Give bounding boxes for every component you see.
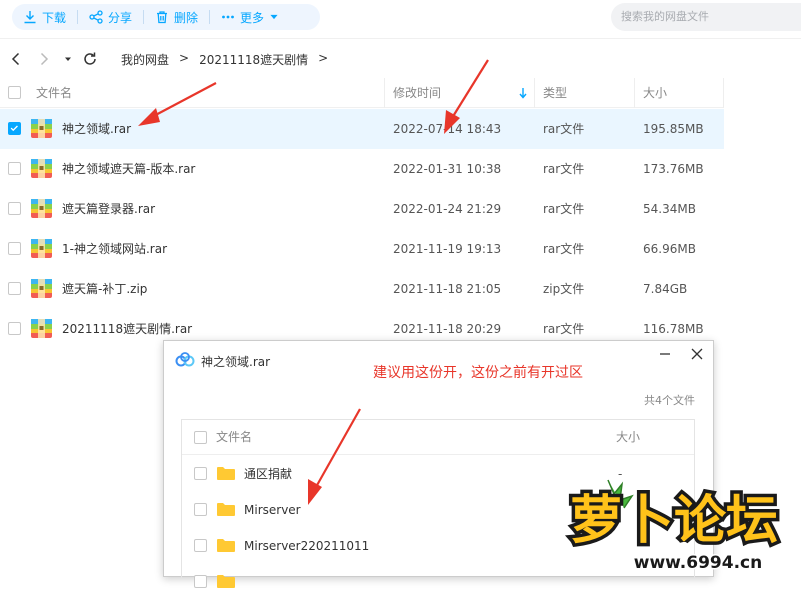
breadcrumb-separator: >: [318, 51, 329, 65]
forward-arrow-icon[interactable]: [36, 51, 52, 67]
folder-icon: [217, 467, 235, 480]
archive-file-icon: [31, 239, 52, 258]
file-type: rar文件: [543, 242, 585, 256]
file-name[interactable]: 1-神之领域网站.rar: [62, 229, 167, 269]
file-type: rar文件: [543, 162, 585, 176]
more-button[interactable]: 更多: [210, 4, 290, 30]
toolbar: 下载 分享 删除 更多 搜索我的网盘文件: [0, 0, 801, 38]
archive-file-icon: [31, 279, 52, 298]
file-name[interactable]: 神之领域遮天篇-版本.rar: [62, 149, 195, 189]
folder-icon: [217, 575, 235, 588]
row-checkbox[interactable]: [8, 122, 21, 135]
file-row[interactable]: 1-神之领域网站.rar 2021-11-19 19:13 rar文件 66.9…: [0, 229, 724, 269]
file-size: 173.76MB: [643, 162, 704, 176]
archive-file-icon: [31, 199, 52, 218]
file-row[interactable]: 遮天篇登录器.rar 2022-01-24 21:29 rar文件 54.34M…: [0, 189, 724, 229]
history-dropdown-icon[interactable]: [62, 53, 74, 65]
baidu-netdisk-logo-icon: [175, 352, 195, 367]
caret-down-icon: [270, 14, 278, 20]
row-checkbox[interactable]: [8, 202, 21, 215]
file-type: rar文件: [543, 202, 585, 216]
delete-label: 删除: [174, 10, 199, 25]
download-label: 下载: [42, 10, 67, 25]
column-header-modified[interactable]: 修改时间: [393, 78, 441, 108]
dialog-title: 神之领域.rar: [201, 355, 271, 369]
file-row[interactable]: 神之领域遮天篇-版本.rar 2022-01-31 10:38 rar文件 17…: [0, 149, 724, 189]
delete-button[interactable]: 删除: [144, 4, 209, 30]
column-header-name[interactable]: 文件名: [36, 78, 72, 108]
file-name[interactable]: 遮天篇登录器.rar: [62, 189, 155, 229]
folder-icon: [217, 503, 235, 516]
search-input[interactable]: 搜索我的网盘文件: [611, 3, 801, 31]
dots-icon: [222, 15, 234, 19]
file-count: 共4个文件: [644, 394, 695, 407]
archive-file-icon: [31, 319, 52, 338]
annotation-note: 建议用这份开，这份之前有开过区: [373, 365, 583, 381]
watermark-title: 萝卜论坛: [570, 491, 778, 551]
close-icon[interactable]: [690, 347, 704, 361]
share-icon: [89, 10, 103, 24]
file-type: rar文件: [543, 122, 585, 136]
breadcrumb-item-folder[interactable]: 20211118遮天剧情: [199, 51, 308, 68]
folder-icon: [217, 539, 235, 552]
navigation-bar: 我的网盘 > 20211118遮天剧情 >: [0, 38, 801, 78]
file-modified-time: 2021-11-19 19:13: [393, 242, 502, 256]
action-button-group: 下载 分享 删除 更多: [12, 4, 320, 30]
file-row[interactable]: 神之领域.rar 2022-07-14 18:43 rar文件 195.85MB: [0, 109, 724, 149]
file-size: 195.85MB: [643, 122, 704, 136]
column-header-size[interactable]: 大小: [643, 78, 667, 108]
file-name[interactable]: 遮天篇-补丁.zip: [62, 269, 147, 309]
select-all-checkbox[interactable]: [8, 86, 21, 99]
column-divider: [384, 78, 385, 108]
column-divider: [723, 78, 724, 108]
select-all-checkbox[interactable]: [194, 431, 207, 444]
archive-file-icon: [31, 159, 52, 178]
row-checkbox[interactable]: [194, 503, 207, 516]
file-modified-time: 2022-01-24 21:29: [393, 202, 502, 216]
column-header-name: 文件名: [216, 430, 253, 444]
share-button[interactable]: 分享: [78, 4, 143, 30]
back-arrow-icon[interactable]: [8, 51, 24, 67]
row-checkbox[interactable]: [194, 467, 207, 480]
column-divider: [534, 78, 535, 108]
watermark-url: www.6994.cn: [634, 553, 762, 573]
file-row[interactable]: 遮天篇-补丁.zip 2021-11-18 21:05 zip文件 7.84GB: [0, 269, 724, 309]
archive-list-header: 文件名 大小: [182, 420, 694, 455]
breadcrumb-item-root[interactable]: 我的网盘: [121, 51, 169, 68]
row-checkbox[interactable]: [194, 539, 207, 552]
file-name[interactable]: 神之领域.rar: [62, 109, 131, 149]
breadcrumb: 我的网盘 > 20211118遮天剧情 >: [121, 51, 328, 68]
archive-item-name[interactable]: 通区捐献: [244, 456, 292, 492]
row-checkbox[interactable]: [8, 242, 21, 255]
trash-icon: [157, 11, 168, 24]
column-divider: [634, 78, 635, 108]
file-modified-time: 2022-01-31 10:38: [393, 162, 502, 176]
archive-item-name[interactable]: Mirserver: [244, 492, 301, 528]
breadcrumb-separator: >: [179, 51, 190, 65]
sort-descending-icon[interactable]: [518, 87, 528, 99]
column-header-type[interactable]: 类型: [543, 78, 567, 108]
file-type: zip文件: [543, 282, 585, 296]
row-checkbox[interactable]: [8, 282, 21, 295]
row-checkbox[interactable]: [8, 322, 21, 335]
file-modified-time: 2021-11-18 21:05: [393, 282, 502, 296]
row-checkbox[interactable]: [8, 162, 21, 175]
file-size: 7.84GB: [643, 282, 688, 296]
file-size: 54.34MB: [643, 202, 696, 216]
archive-item-name[interactable]: Mirserver220211011: [244, 528, 369, 564]
archive-file-icon: [31, 119, 52, 138]
download-icon: [24, 11, 36, 24]
forum-watermark-logo: 萝卜论坛 www.6994.cn: [566, 479, 782, 575]
refresh-icon[interactable]: [82, 51, 98, 67]
column-header-size: 大小: [616, 430, 641, 444]
file-size: 66.96MB: [643, 242, 696, 256]
check-icon: [10, 125, 18, 132]
share-label: 分享: [108, 10, 133, 25]
download-button[interactable]: 下载: [12, 4, 77, 30]
file-table-header: 文件名 修改时间 类型 大小: [0, 78, 724, 108]
file-modified-time: 2022-07-14 18:43: [393, 122, 502, 136]
more-label: 更多: [240, 10, 265, 25]
minimize-icon[interactable]: [658, 347, 672, 361]
